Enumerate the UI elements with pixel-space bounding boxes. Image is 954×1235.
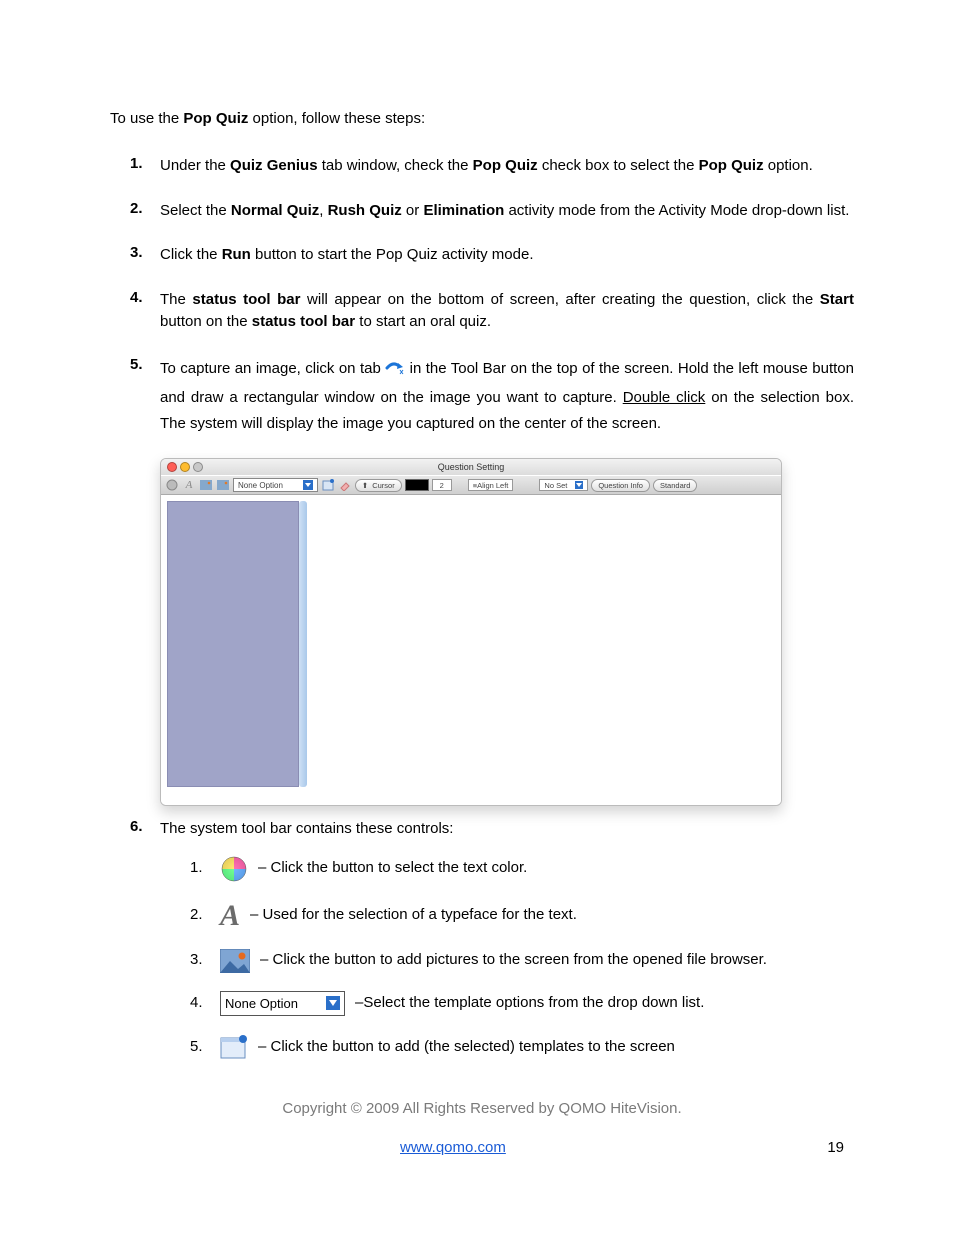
step-body: To capture an image, click on tab in the… [160,356,854,437]
step-number: 6. [130,818,160,1078]
app-body [161,495,781,805]
standard-button[interactable]: Standard [653,479,697,492]
capture-cursor-icon [385,359,405,386]
question-info-button[interactable]: Question Info [591,479,650,492]
control-item-template-dropdown: 4. None Option –Select the template opti… [190,991,854,1017]
control-item-color: 1. – Click the button to sele [190,855,854,883]
stroke-width[interactable]: 2 [432,479,452,491]
dropdown-arrow-icon[interactable] [575,481,583,489]
app-title: Question Setting [438,462,505,472]
minimize-icon[interactable] [180,462,190,472]
intro-pre: To use the [110,110,183,127]
question-setting-window: Question Setting A None Option [160,458,782,806]
step-body: Under the Quiz Genius tab window, check … [160,155,854,178]
step-5: 5. To capture an image, click on tab in … [130,356,854,437]
picture-icon-2[interactable] [216,478,230,492]
color-wheel-icon [220,855,248,883]
close-icon[interactable] [167,462,177,472]
page-footer: www.qomo.com 19 [110,1139,854,1156]
step-number: 1. [130,155,160,178]
font-a-icon: A [220,901,240,931]
dropdown-arrow-icon[interactable] [326,996,340,1010]
step-body: The system tool bar contains these contr… [160,818,854,1078]
intro-bold: Pop Quiz [183,110,248,127]
app-toolbar: A None Option [161,475,781,495]
step-number: 4. [130,289,160,334]
template-dropdown[interactable]: None Option [233,478,318,492]
dropdown-arrow-icon[interactable] [303,480,313,490]
noset-select[interactable]: No Set [539,479,588,491]
step-body: The status tool bar will appear on the b… [160,289,854,334]
step-body: Click the Run button to start the Pop Qu… [160,244,854,267]
intro-line: To use the Pop Quiz option, follow these… [110,110,854,127]
control-item-picture: 3. – Click the button to add pictures to… [190,949,854,973]
app-titlebar: Question Setting [161,459,781,475]
sidebar-scrollbar[interactable] [299,501,307,787]
control-item-template-add: 5. – Click the button to add (the select… [190,1034,854,1060]
zoom-icon[interactable] [193,462,203,472]
copyright-line: Copyright © 2009 All Rights Reserved by … [110,1100,854,1117]
step-6: 6. The system tool bar contains these co… [130,818,854,1078]
step-body: Select the Normal Quiz, Rush Quiz or Eli… [160,200,854,223]
step-number: 2. [130,200,160,223]
font-icon[interactable]: A [182,478,196,492]
step-3: 3. Click the Run button to start the Pop… [130,244,854,267]
toolbar-controls-list: 1. – Click the button to sele [190,855,854,1061]
step-number: 5. [130,356,160,437]
control-item-font: 2. A – Used for the selection of a typef… [190,901,854,931]
none-option-dropdown[interactable]: None Option [220,991,345,1017]
align-select[interactable]: ≡ Align Left [468,479,514,491]
step-number: 3. [130,244,160,267]
footer-link[interactable]: www.qomo.com [400,1139,506,1156]
picture-icon[interactable] [199,478,213,492]
intro-post: option, follow these steps: [248,110,425,127]
step-4: 4. The status tool bar will appear on th… [130,289,854,334]
step-2: 2. Select the Normal Quiz, Rush Quiz or … [130,200,854,223]
cursor-button[interactable]: ⬆Cursor [355,479,402,492]
picture-icon [220,949,250,973]
eraser-icon[interactable] [338,478,352,492]
page-number: 19 [827,1139,844,1156]
add-template-icon [220,1034,248,1060]
template-add-icon[interactable] [321,478,335,492]
color-picker-icon[interactable] [165,478,179,492]
steps-list: 1. Under the Quiz Genius tab window, che… [130,155,854,1078]
app-sidebar [167,501,299,787]
embedded-app-row: Question Setting A None Option [160,458,854,806]
window-controls[interactable] [167,462,203,472]
step-1: 1. Under the Quiz Genius tab window, che… [130,155,854,178]
color-swatch[interactable] [405,479,429,491]
